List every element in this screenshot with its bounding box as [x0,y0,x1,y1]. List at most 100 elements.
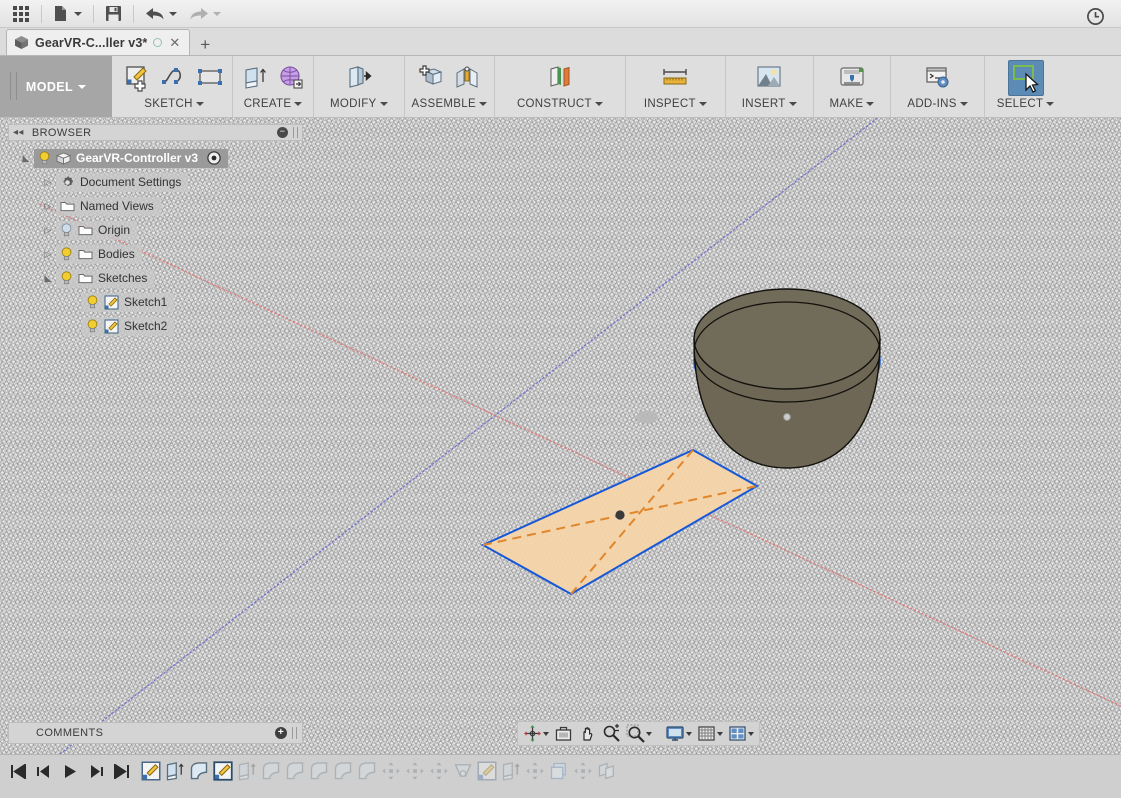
look-at-icon[interactable] [552,723,575,744]
minimize-icon[interactable]: − [277,127,288,138]
ribbon-panel-label[interactable]: INSPECT [644,98,707,110]
timeline-feature-sketch-current[interactable] [212,760,234,782]
light-bulb-icon[interactable] [60,247,73,261]
light-bulb-icon[interactable] [86,319,99,333]
activate-component-icon[interactable] [207,151,221,165]
expander-collapsed-icon[interactable]: ▷ [40,225,56,236]
timeline-feature-sketch[interactable] [476,760,498,782]
ribbon-panel-label[interactable]: CREATE [244,98,303,110]
timeline-feature-extrude[interactable] [500,760,522,782]
timeline-feature-fillet[interactable] [284,760,306,782]
chevron-down-icon[interactable] [169,11,177,16]
timeline-feature-move[interactable] [524,760,546,782]
joint-icon[interactable] [452,63,482,93]
ribbon-panel-label[interactable]: CONSTRUCT [517,98,603,110]
expander-collapsed-icon[interactable]: ▷ [40,201,56,212]
workspace-switcher[interactable]: MODEL [0,56,112,117]
chevron-down-icon[interactable] [379,102,388,106]
step-back-button[interactable] [36,764,52,784]
light-bulb-icon[interactable] [86,295,99,309]
orbit-icon[interactable] [521,723,551,744]
redo-icon[interactable] [183,1,227,27]
chevron-down-icon[interactable] [959,102,968,106]
tree-item-sketches[interactable]: ◣ Sketches [8,266,303,290]
light-bulb-icon[interactable] [60,271,73,285]
resize-grip-icon[interactable] [292,727,297,739]
step-forward-button[interactable] [88,764,104,784]
tree-item-bodies[interactable]: ▷ Bodies [8,242,303,266]
play-button[interactable] [62,764,78,784]
script-addin-icon[interactable] [923,63,953,93]
close-icon[interactable]: ✕ [168,36,181,49]
tree-item-origin[interactable]: ▷ Origin [8,218,303,242]
extrude-icon[interactable] [240,63,270,93]
chevron-down-icon[interactable] [866,102,875,106]
chevron-down-icon[interactable] [78,84,87,89]
timeline-feature-move[interactable] [428,760,450,782]
ribbon-panel-label[interactable]: SELECT [997,98,1055,110]
rectangle-icon[interactable] [195,63,225,93]
chevron-down-icon[interactable] [195,102,204,106]
offset-plane-icon[interactable] [545,63,575,93]
timeline-feature-fillet[interactable] [308,760,330,782]
job-status-clock-icon[interactable] [1080,3,1111,29]
timeline-feature-fillet[interactable] [188,760,210,782]
timeline-feature-fillet[interactable] [356,760,378,782]
tree-item-root[interactable]: ◣ GearVR-Controller v3 [8,146,303,170]
tree-item-sketch2[interactable]: Sketch2 [8,314,303,338]
viewports-icon[interactable] [726,723,756,744]
expander-collapsed-icon[interactable]: ▷ [40,177,56,188]
chevron-down-icon[interactable] [478,102,487,106]
tree-item-sketch1[interactable]: Sketch1 [8,290,303,314]
chevron-down-icon[interactable] [1046,102,1055,106]
select-cursor-icon[interactable] [1007,60,1044,96]
light-bulb-icon[interactable] [38,151,51,165]
comments-panel[interactable]: COMMENTS + [8,722,303,744]
new-component-icon[interactable] [416,63,446,93]
timeline-feature-combine[interactable] [596,760,618,782]
app-grid-icon[interactable] [6,1,36,27]
tree-item-document-settings[interactable]: ▷ Document Settings [8,170,303,194]
ribbon-panel-label[interactable]: MODIFY [330,98,388,110]
ribbon-panel-label[interactable]: ASSEMBLE [412,98,487,110]
chevron-down-icon[interactable] [543,731,549,736]
chevron-down-icon[interactable] [748,731,754,736]
timeline-feature-fillet[interactable] [260,760,282,782]
timeline-feature-move[interactable] [572,760,594,782]
timeline-feature-shell[interactable] [548,760,570,782]
grid-snaps-icon[interactable] [695,723,725,744]
go-to-beginning-button[interactable] [10,763,26,784]
zoom-icon[interactable] [600,723,623,744]
timeline-feature-extrude[interactable] [164,760,186,782]
chevron-down-icon[interactable] [213,11,221,16]
3d-print-icon[interactable] [837,63,867,93]
new-file-icon[interactable] [47,1,88,27]
spline-icon[interactable] [159,63,189,93]
chevron-down-icon[interactable] [594,102,603,106]
ribbon-panel-label[interactable]: MAKE [830,98,875,110]
browser-header[interactable]: ◂◂ BROWSER − [8,124,303,141]
save-icon[interactable] [99,1,128,27]
ribbon-panel-label[interactable]: ADD-INS [907,98,968,110]
pan-icon[interactable] [576,723,599,744]
timeline-feature-extrude[interactable] [236,760,258,782]
timeline-feature-revolve[interactable] [452,760,474,782]
go-to-end-button[interactable] [114,763,130,784]
display-settings-icon[interactable] [663,723,694,744]
resize-grip-icon[interactable] [293,127,298,138]
timeline-feature-sketch[interactable] [140,760,162,782]
measure-icon[interactable] [660,63,690,93]
timeline-feature-move[interactable] [380,760,402,782]
new-tab-button[interactable]: + [190,36,220,55]
chevron-down-icon[interactable] [698,102,707,106]
chevron-down-icon[interactable] [646,731,652,736]
expander-expanded-icon[interactable]: ◣ [40,273,56,284]
chevron-down-icon[interactable] [788,102,797,106]
chevron-down-icon[interactable] [294,102,303,106]
collapse-panel-icon[interactable]: ◂◂ [13,127,24,138]
ribbon-panel-label[interactable]: SKETCH [144,98,204,110]
chevron-down-icon[interactable] [74,11,82,16]
ribbon-panel-label[interactable]: INSERT [742,98,797,110]
add-comment-icon[interactable]: + [275,727,287,739]
timeline-feature-move[interactable] [404,760,426,782]
